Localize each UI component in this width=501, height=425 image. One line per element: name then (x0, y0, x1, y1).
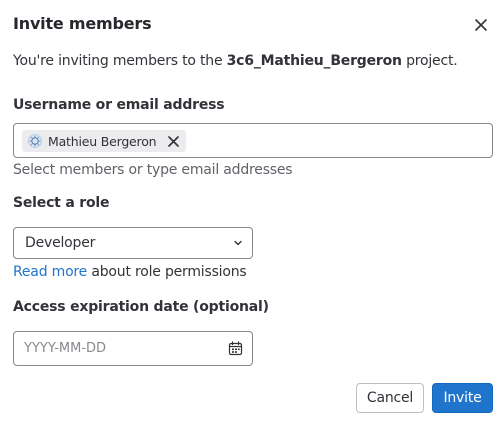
member-token-name: Mathieu Bergeron (48, 133, 157, 149)
expiration-date-input[interactable] (24, 332, 214, 365)
role-permissions-text: Read more about role permissions (13, 264, 247, 280)
role-select[interactable]: Developer (13, 227, 253, 259)
expiration-date-field[interactable] (13, 331, 253, 366)
invite-button[interactable]: Invite (432, 383, 493, 413)
close-icon (475, 19, 487, 31)
role-label: Select a role (13, 195, 110, 211)
cancel-button[interactable]: Cancel (356, 383, 424, 413)
member-token-input[interactable]: Mathieu Bergeron (13, 123, 493, 158)
chevron-down-icon (234, 240, 242, 246)
calendar-icon[interactable] (228, 341, 243, 356)
intro-prefix: You're inviting members to the (13, 53, 227, 69)
close-button[interactable] (471, 15, 491, 35)
expiration-label: Access expiration date (optional) (13, 299, 269, 315)
remove-token-button[interactable] (166, 134, 180, 148)
read-more-link[interactable]: Read more (13, 264, 87, 280)
member-helper-text: Select members or type email addresses (13, 162, 293, 178)
member-token: Mathieu Bergeron (22, 130, 187, 152)
close-icon (168, 135, 179, 147)
role-select-value: Developer (25, 235, 96, 251)
project-name: 3c6_Mathieu_Bergeron (226, 53, 402, 69)
dialog-title: Invite members (13, 14, 152, 33)
invite-intro: You're inviting members to the 3c6_Mathi… (13, 53, 458, 69)
role-link-suffix: about role permissions (87, 264, 247, 280)
user-avatar-icon (28, 134, 42, 148)
username-label: Username or email address (13, 97, 225, 113)
intro-suffix: project. (401, 53, 458, 69)
